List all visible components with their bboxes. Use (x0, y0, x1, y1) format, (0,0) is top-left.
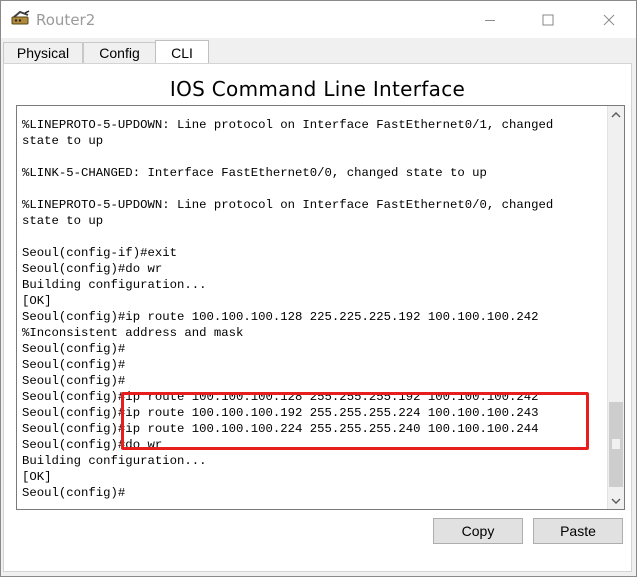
tab-physical[interactable]: Physical (3, 42, 83, 63)
terminal-line: Seoul(config)#do wr (22, 262, 163, 276)
cli-terminal[interactable]: %LINEPROTO-5-UPDOWN: Line protocol on In… (16, 105, 625, 510)
scroll-thumb-grip (612, 439, 620, 449)
scroll-up-button[interactable] (608, 106, 624, 123)
terminal-line: Seoul(config)# (22, 342, 126, 356)
terminal-line: Building configuration... (22, 278, 207, 292)
tab-cli[interactable]: CLI (155, 40, 209, 64)
terminal-line: [OK] (22, 470, 52, 484)
terminal-line: Seoul(config)#do wr (22, 438, 163, 452)
terminal-line: Seoul(config-if)#exit (22, 246, 177, 260)
terminal-line: Seoul(config)#ip route 100.100.100.128 2… (22, 310, 539, 324)
maximize-button[interactable] (525, 1, 571, 38)
router-window: Router2 Physical Config CLI IOS Command … (0, 0, 637, 577)
terminal-line: %LINEPROTO-5-UPDOWN: Line protocol on In… (22, 198, 554, 212)
terminal-line: [OK] (22, 294, 52, 308)
cli-heading: IOS Command Line Interface (169, 77, 466, 101)
cli-panel: IOS Command Line Interface %LINEPROTO-5-… (3, 63, 632, 572)
terminal-line: Seoul(config)# (22, 358, 126, 372)
terminal-line: Seoul(config)# (22, 374, 126, 388)
minimize-button[interactable] (467, 1, 513, 38)
terminal-line: Seoul(config)#ip route 100.100.100.224 2… (22, 422, 539, 436)
terminal-line: state to up (22, 134, 104, 148)
close-button[interactable] (586, 1, 632, 38)
terminal-line: state to up (22, 214, 104, 228)
maximize-icon (542, 14, 554, 25)
paste-button[interactable]: Paste (533, 518, 623, 544)
tab-config[interactable]: Config (83, 42, 156, 63)
window-title: Router2 (36, 11, 96, 29)
close-icon (603, 14, 615, 25)
terminal-line: Seoul(config)#ip route 100.100.100.192 2… (22, 406, 539, 420)
terminal-line: %LINEPROTO-5-UPDOWN: Line protocol on In… (22, 118, 554, 132)
chevron-down-icon (611, 497, 621, 504)
title-bar[interactable]: Router2 (1, 1, 636, 38)
scroll-thumb[interactable] (609, 402, 623, 487)
copy-button[interactable]: Copy (433, 518, 523, 544)
terminal-line: Seoul(config)# (22, 486, 126, 500)
terminal-line: Seoul(config)#ip route 100.100.100.128 2… (22, 390, 539, 404)
terminal-line: Building configuration... (22, 454, 207, 468)
router-app-icon (11, 10, 31, 28)
terminal-line: %Inconsistent address and mask (22, 326, 244, 340)
minimize-icon (485, 19, 495, 21)
scroll-down-button[interactable] (608, 492, 624, 509)
terminal-output: %LINEPROTO-5-UPDOWN: Line protocol on In… (22, 117, 604, 501)
terminal-line: %LINK-5-CHANGED: Interface FastEthernet0… (22, 166, 487, 180)
chevron-up-icon (611, 111, 621, 118)
terminal-scrollbar[interactable] (607, 106, 624, 509)
